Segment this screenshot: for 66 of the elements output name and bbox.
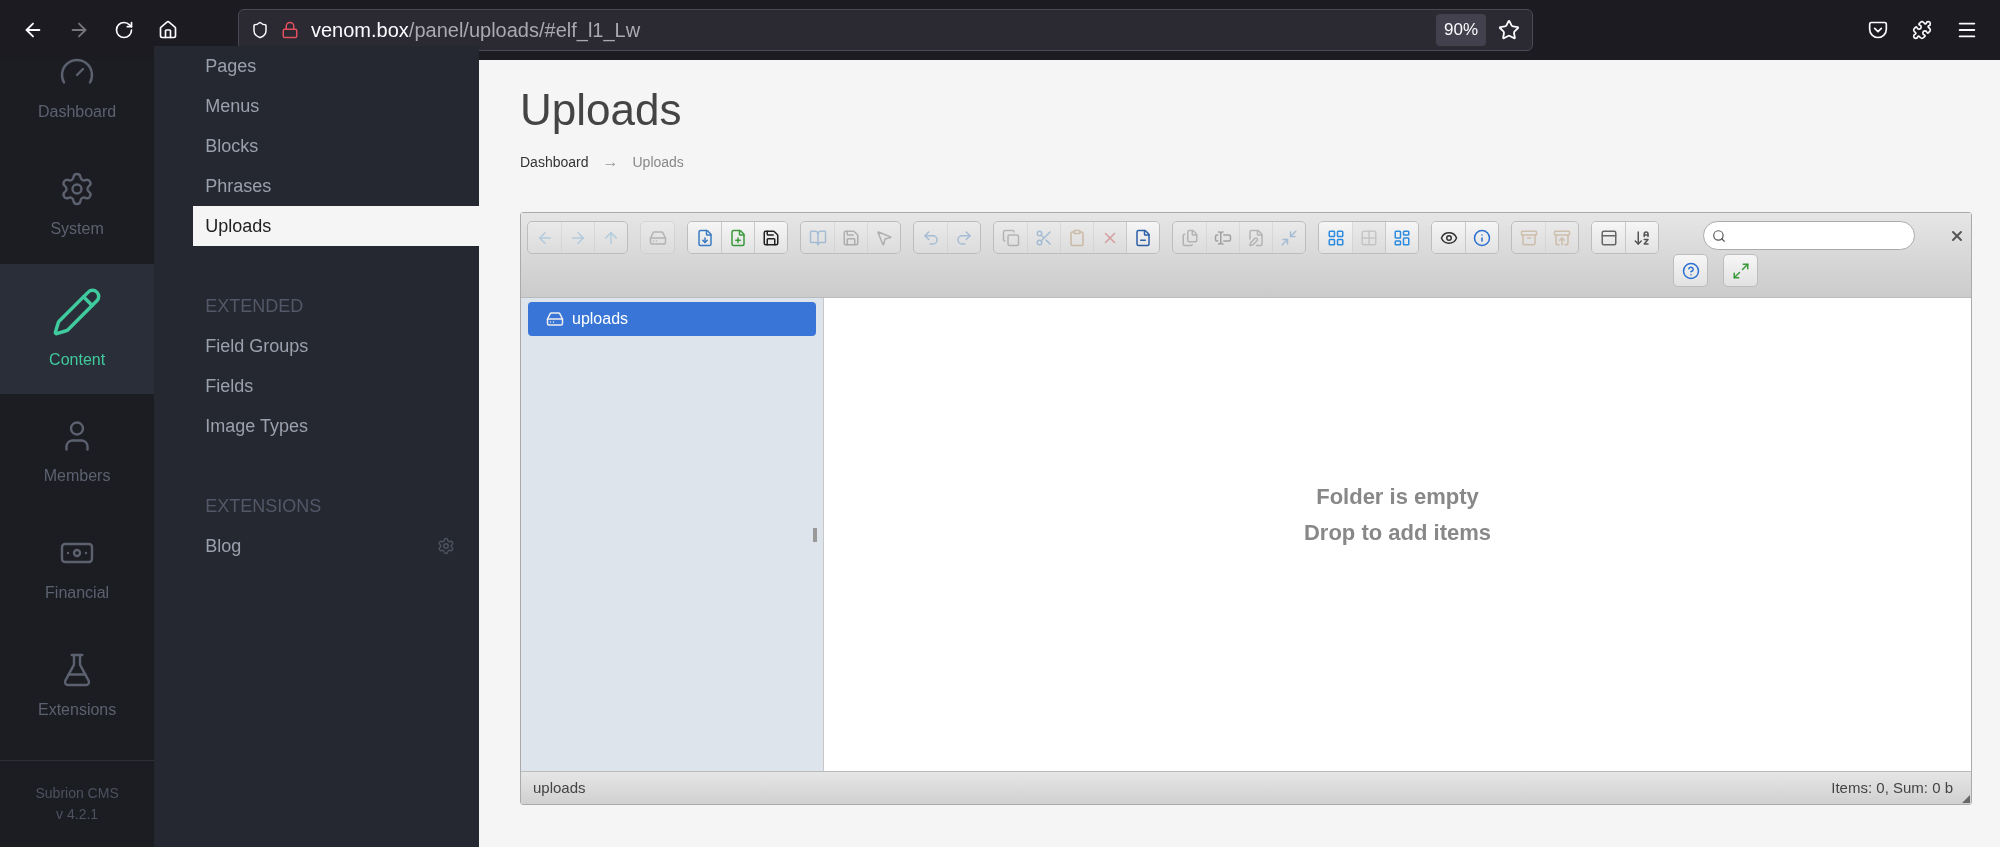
sidebar-item[interactable]: Phrases <box>193 166 479 206</box>
book-icon <box>808 228 827 247</box>
lock-icon[interactable] <box>281 21 299 39</box>
text-cursor-icon <box>1214 228 1232 247</box>
tiles-icon <box>1393 228 1411 247</box>
pocket-icon[interactable] <box>1868 20 1888 40</box>
sidebar-item[interactable]: Blog <box>193 526 479 566</box>
files-icon <box>1180 228 1199 247</box>
sidebar-item[interactable]: Image Types <box>193 406 479 446</box>
toolbar-button[interactable] <box>754 222 787 253</box>
toolbar-button[interactable] <box>1432 222 1465 253</box>
copy-icon <box>1001 228 1020 247</box>
grid-icon <box>1326 228 1345 247</box>
sidebar-item[interactable]: Fields <box>193 366 479 406</box>
version-text: v 4.2.1 <box>56 805 99 824</box>
window-icon <box>1599 228 1618 247</box>
shield-icon[interactable] <box>251 21 269 39</box>
reload-icon[interactable] <box>114 20 134 40</box>
rail-item[interactable]: Content <box>0 264 155 394</box>
gear-icon[interactable] <box>437 537 455 555</box>
section-heading: EXTENSIONS <box>204 494 323 518</box>
fullscreen-icon <box>1731 261 1750 280</box>
status-path: uploads <box>533 777 586 798</box>
redo-icon <box>955 228 973 247</box>
breadcrumb-current: Uploads <box>632 152 684 172</box>
undo-icon <box>921 228 940 247</box>
sort-icon <box>1633 228 1651 247</box>
search-field[interactable] <box>1703 221 1915 250</box>
breadcrumb-link[interactable]: Dashboard <box>520 151 589 173</box>
empty-message: Folder is empty <box>1316 482 1479 511</box>
zoom-badge[interactable]: 90% <box>1435 14 1486 46</box>
clipboard-icon <box>1068 228 1086 247</box>
tree-item[interactable]: uploads <box>528 302 816 336</box>
home-icon[interactable] <box>158 20 178 40</box>
resize-icon <box>1280 228 1298 247</box>
archive-icon <box>1519 228 1538 247</box>
resize-grip-icon[interactable] <box>1962 795 1970 803</box>
address-bar[interactable]: venom.box/panel/uploads/#elf_l1_Lw 90% <box>238 9 1533 51</box>
page-title: Uploads <box>520 84 683 136</box>
search-icon <box>1712 228 1726 243</box>
sidebar-item[interactable]: Menus <box>193 86 479 126</box>
drive-icon <box>648 228 667 247</box>
sidebar-item[interactable]: Field Groups <box>193 326 479 366</box>
breadcrumb-separator: → <box>602 152 619 172</box>
pointer-icon <box>875 228 893 247</box>
file-download-icon <box>695 228 714 247</box>
file-pen-icon <box>1247 228 1265 247</box>
empty-message: Drop to add items <box>1304 518 1491 547</box>
help-icon <box>1681 261 1700 280</box>
file-plus-icon <box>729 228 747 247</box>
archive-arrow-icon <box>1553 228 1571 247</box>
info-icon <box>1473 228 1491 247</box>
puzzle-icon[interactable] <box>1912 20 1932 40</box>
sidebar-item[interactable]: Uploads <box>193 206 479 246</box>
grid-icon <box>1360 228 1378 247</box>
drive-icon <box>546 310 564 328</box>
star-icon[interactable] <box>1498 19 1520 41</box>
file-minus-icon <box>1134 228 1152 247</box>
toolbar-button[interactable] <box>1625 222 1658 253</box>
status-summary: Items: 0, Sum: 0 b <box>1831 777 1954 798</box>
url-text[interactable]: venom.box/panel/uploads/#elf_l1_Lw <box>311 15 641 45</box>
version-text: Subrion CMS <box>35 784 119 803</box>
scissors-icon <box>1035 228 1053 247</box>
section-heading: EXTENDED <box>204 294 305 318</box>
resize-handle[interactable] <box>813 528 817 542</box>
sidebar-item[interactable]: Blocks <box>193 126 479 166</box>
